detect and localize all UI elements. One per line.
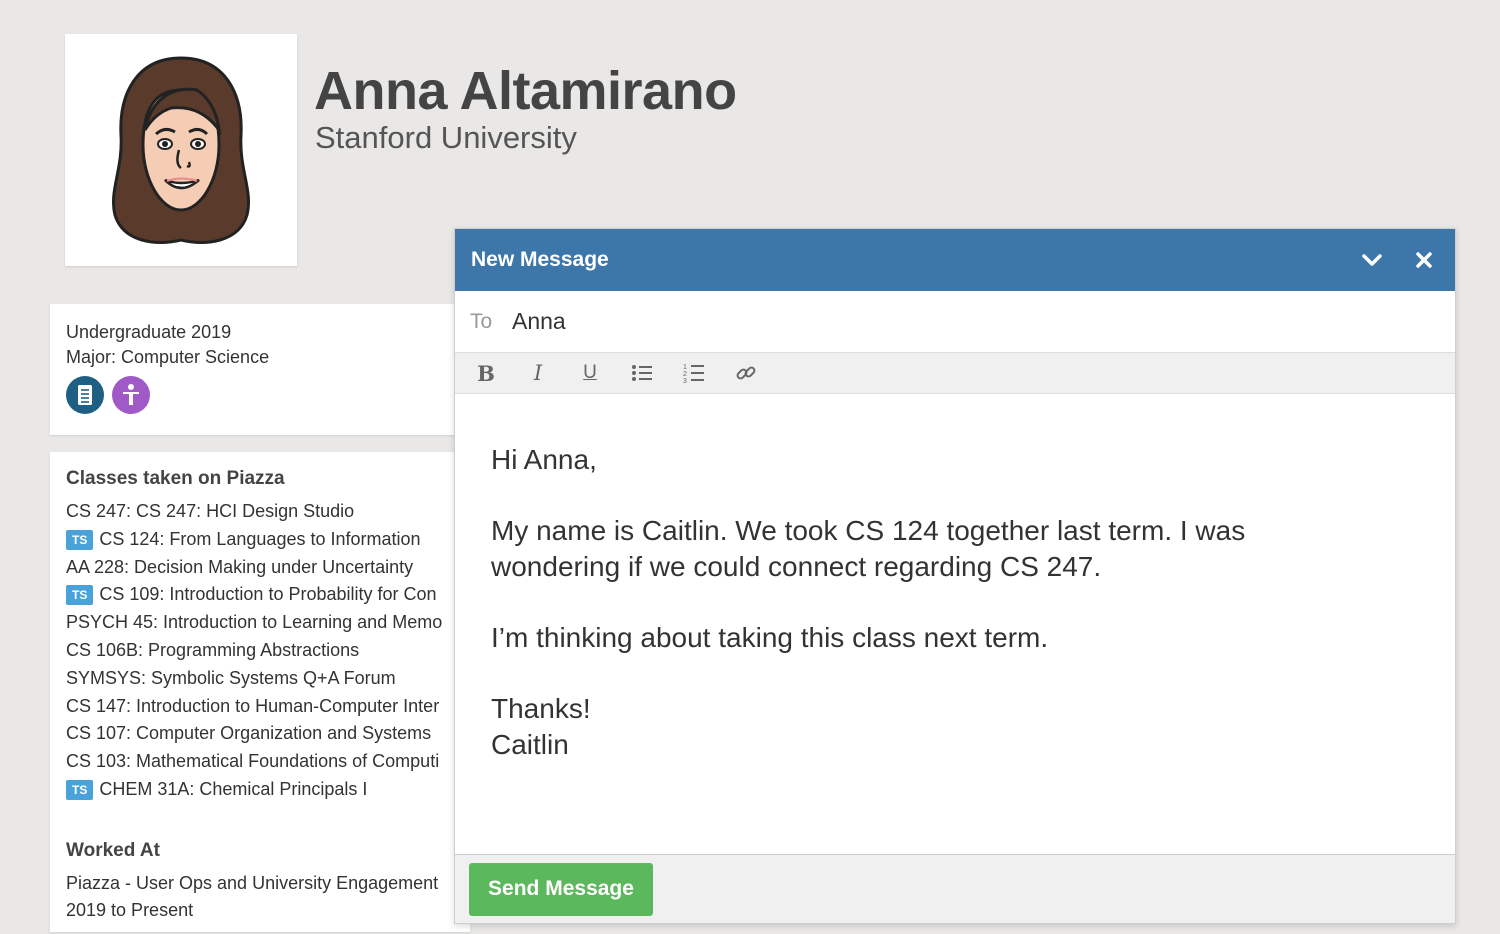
bold-button[interactable]: B bbox=[471, 358, 501, 388]
class-label: SYMSYS: Symbolic Systems Q+A Forum bbox=[66, 667, 396, 688]
bullet-list-button[interactable] bbox=[627, 358, 657, 388]
formatting-toolbar: B I U 1 2 3 bbox=[455, 353, 1455, 394]
worked-at-title: Worked At bbox=[66, 839, 160, 861]
to-label: To bbox=[470, 309, 493, 333]
classes-card: Classes taken on Piazza CS 247: CS 247: … bbox=[50, 452, 470, 932]
bold-icon: B bbox=[477, 360, 495, 386]
new-message-window: New Message To Anna B I U 1 2 3 Hi Anna,… bbox=[454, 228, 1456, 924]
numbered-list-icon: 1 2 3 bbox=[683, 364, 704, 384]
send-message-button[interactable]: Send Message bbox=[469, 862, 653, 916]
body-paragraph-line: My name is Caitlin. We took CS 124 toget… bbox=[491, 515, 1246, 546]
minimize-button[interactable] bbox=[1357, 245, 1387, 275]
svg-text:1: 1 bbox=[683, 364, 687, 371]
class-label: AA 228: Decision Making under Uncertaint… bbox=[66, 556, 414, 577]
to-field[interactable]: To Anna bbox=[455, 291, 1455, 353]
bullet-list-icon bbox=[632, 365, 652, 381]
class-label: CS 109: Introduction to Probability for … bbox=[99, 584, 437, 605]
close-icon bbox=[1416, 252, 1432, 268]
message-body[interactable]: Hi Anna, My name is Caitlin. We took CS … bbox=[455, 394, 1455, 855]
body-greeting: Hi Anna, bbox=[491, 444, 597, 475]
class-label: CHEM 31A: Chemical Principals I bbox=[99, 778, 368, 799]
class-list-item[interactable]: AA 228: Decision Making under Uncertaint… bbox=[66, 554, 454, 582]
class-label: CS 107: Computer Organization and System… bbox=[66, 723, 432, 744]
class-list-item[interactable]: TS CHEM 31A: Chemical Principals I bbox=[66, 776, 454, 804]
ts-tag: TS bbox=[66, 585, 94, 606]
chevron-down-icon bbox=[1362, 254, 1382, 266]
underline-button[interactable]: U bbox=[575, 358, 605, 388]
class-list-item[interactable]: TS CS 124: From Languages to Information bbox=[66, 526, 454, 554]
class-label: CS 124: From Languages to Information bbox=[99, 528, 421, 549]
avatar bbox=[112, 56, 250, 244]
class-list: CS 247: CS 247: HCI Design Studio TS CS 12… bbox=[66, 498, 454, 804]
profile-name: Anna Altamirano bbox=[314, 61, 737, 121]
class-label: CS 106B: Programming Abstractions bbox=[66, 639, 360, 660]
class-label: CS 103: Mathematical Foundations of Comp… bbox=[66, 751, 440, 772]
class-list-item[interactable]: CS 247: CS 247: HCI Design Studio bbox=[66, 498, 454, 526]
major: Major: Computer Science bbox=[66, 347, 270, 367]
ts-tag: TS bbox=[66, 779, 94, 800]
accessibility-icon[interactable] bbox=[112, 376, 150, 414]
compose-header: New Message bbox=[455, 229, 1455, 291]
link-button[interactable] bbox=[731, 358, 761, 388]
ts-tag: TS bbox=[66, 529, 94, 550]
class-list-item[interactable]: CS 106B: Programming Abstractions bbox=[66, 637, 454, 665]
svg-text:2: 2 bbox=[683, 371, 687, 378]
class-year: Undergraduate 2019 bbox=[66, 322, 232, 342]
class-label: PSYCH 45: Introduction to Learning and M… bbox=[66, 612, 443, 633]
svg-text:3: 3 bbox=[683, 378, 687, 384]
classes-title: Classes taken on Piazza bbox=[66, 468, 285, 489]
link-icon bbox=[736, 366, 756, 380]
recipient-value[interactable]: Anna bbox=[512, 308, 566, 335]
underline-icon: U bbox=[583, 362, 597, 383]
book-icon[interactable] bbox=[66, 376, 104, 414]
body-paragraph-line: wondering if we could connect regarding … bbox=[491, 551, 1102, 582]
body-closing: Thanks! bbox=[491, 693, 591, 724]
class-label: CS 247: CS 247: HCI Design Studio bbox=[66, 501, 355, 521]
body-paragraph: I’m thinking about taking this class nex… bbox=[491, 622, 1049, 653]
avatar-card bbox=[65, 34, 297, 266]
badge-list bbox=[66, 376, 454, 414]
close-button[interactable] bbox=[1409, 245, 1439, 275]
info-card: Undergraduate 2019 Major: Computer Scien… bbox=[50, 304, 470, 435]
class-list-item[interactable]: CS 103: Mathematical Foundations of Comp… bbox=[66, 748, 454, 776]
worked-at-dates: 2019 to Present bbox=[66, 899, 194, 920]
class-list-item[interactable]: SYMSYS: Symbolic Systems Q+A Forum bbox=[66, 665, 454, 693]
class-list-item[interactable]: CS 107: Computer Organization and System… bbox=[66, 720, 454, 748]
compose-title: New Message bbox=[471, 248, 609, 271]
italic-icon: I bbox=[533, 361, 543, 385]
body-signature: Caitlin bbox=[491, 729, 569, 760]
worked-at-org: Piazza - User Ops and University Engagem… bbox=[66, 872, 439, 893]
class-list-item[interactable]: PSYCH 45: Introduction to Learning and M… bbox=[66, 609, 454, 637]
class-list-item[interactable]: CS 147: Introduction to Human-Computer I… bbox=[66, 693, 454, 721]
class-list-item[interactable]: TS CS 109: Introduction to Probability fo… bbox=[66, 581, 454, 609]
compose-footer: Send Message bbox=[455, 855, 1455, 923]
italic-button[interactable]: I bbox=[523, 358, 553, 388]
class-label: CS 147: Introduction to Human-Computer I… bbox=[66, 695, 440, 716]
profile-school: Stanford University bbox=[315, 120, 577, 155]
numbered-list-button[interactable]: 1 2 3 bbox=[679, 358, 709, 388]
